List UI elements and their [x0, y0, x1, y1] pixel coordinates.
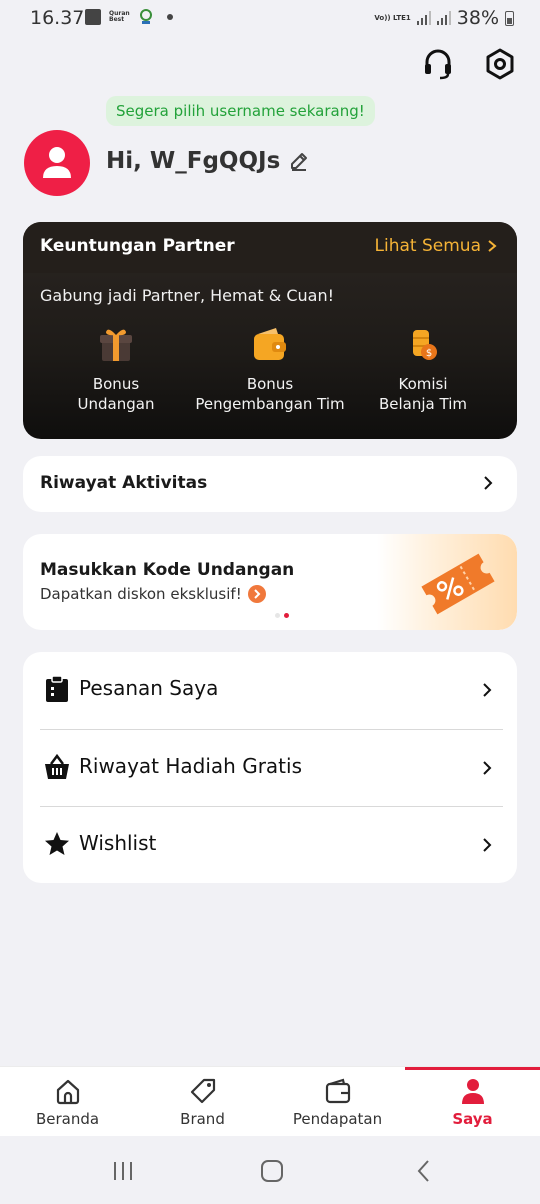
invite-code-banner[interactable]: Masukkan Kode Undangan Dapatkan diskon e… [23, 534, 517, 630]
benefit-team-development-bonus[interactable]: Bonus Pengembangan Tim [185, 324, 355, 414]
basket-icon [45, 753, 69, 779]
gallery-notification-icon [85, 9, 101, 25]
benefit-label-line2: Pengembangan Tim [195, 395, 345, 413]
volte-icon: Vo)) LTE1 [374, 14, 411, 22]
avatar[interactable] [24, 130, 90, 196]
menu-item-wishlist[interactable]: Wishlist [23, 807, 517, 884]
status-time: 16.37 [30, 7, 85, 29]
menu-item-label: Wishlist [79, 831, 157, 855]
settings-button[interactable] [480, 44, 520, 84]
home-button-icon[interactable] [259, 1158, 285, 1184]
chevron-right-icon [484, 476, 493, 490]
carousel-dot [275, 613, 280, 618]
nav-tab-earnings[interactable]: Pendapatan [270, 1067, 405, 1137]
nav-tab-me[interactable]: Saya [405, 1067, 540, 1137]
nav-tab-brand[interactable]: Brand [135, 1067, 270, 1137]
benefit-label-line2: Undangan [77, 395, 155, 413]
settings-hexagon-icon [486, 48, 514, 80]
person-icon [43, 147, 71, 178]
more-notifications-dot [167, 14, 173, 20]
person-icon [461, 1079, 484, 1104]
see-all-link[interactable]: Lihat Semua [375, 236, 497, 256]
benefit-label-line1: Bonus [92, 375, 140, 393]
see-all-label: Lihat Semua [374, 236, 481, 256]
invite-code-subtitle: Dapatkan diskon eksklusif! [40, 585, 266, 603]
home-icon [56, 1079, 79, 1105]
signal-1-icon [416, 11, 431, 25]
partner-card-subtitle: Gabung jadi Partner, Hemat & Cuan! [40, 286, 334, 305]
carousel-indicator [275, 613, 289, 618]
back-icon[interactable] [411, 1158, 437, 1184]
nav-label: Saya [452, 1110, 493, 1128]
profile-greeting: Hi, W_FgQQJs [106, 148, 310, 174]
chevron-right-icon [488, 240, 497, 252]
status-bar: 16.37 Quran Best Vo)) LTE1 38% [0, 0, 540, 38]
headset-icon [425, 49, 451, 80]
app-notification-icon [140, 9, 152, 24]
bottom-navigation: Beranda Brand Pendapatan Saya [0, 1066, 540, 1136]
customer-service-button[interactable] [418, 44, 458, 84]
discount-ticket-icon [421, 553, 495, 615]
wallet-icon [325, 1078, 350, 1104]
star-icon [45, 832, 69, 855]
system-status-icons: Vo)) LTE1 38% [374, 7, 514, 29]
notification-icons: Quran Best [85, 9, 173, 25]
activity-history-label: Riwayat Aktivitas [40, 473, 208, 493]
nav-label: Brand [180, 1110, 225, 1128]
signal-2-icon [436, 11, 451, 25]
benefit-label-line2: Belanja Tim [379, 395, 467, 413]
coin-stack-icon: $ [413, 330, 437, 360]
benefit-label-line1: Bonus [246, 375, 294, 393]
nav-tab-home[interactable]: Beranda [0, 1067, 135, 1137]
svg-text:$: $ [426, 348, 432, 359]
system-navigation-bar [0, 1136, 540, 1204]
greeting-text: Hi, W_FgQQJs [106, 148, 281, 174]
benefit-label-line1: Komisi [398, 375, 448, 393]
account-menu: Pesanan Saya Riwayat Hadiah Gratis Wishl… [23, 652, 517, 883]
edit-pencil-icon[interactable] [288, 150, 310, 172]
arrow-right-circle-icon[interactable] [247, 585, 266, 603]
nav-label: Pendapatan [292, 1110, 383, 1128]
activity-history-row[interactable]: Riwayat Aktivitas [23, 456, 517, 512]
battery-percent: 38% [456, 7, 499, 29]
menu-item-label: Pesanan Saya [79, 676, 219, 700]
gift-icon [100, 329, 132, 361]
chevron-right-icon [483, 838, 492, 852]
benefit-team-shopping-commission[interactable]: $ Komisi Belanja Tim [338, 324, 508, 414]
benefit-invite-bonus[interactable]: Bonus Undangan [31, 324, 201, 414]
invite-banner-art [377, 534, 517, 630]
invite-code-title: Masukkan Kode Undangan [40, 560, 295, 580]
menu-item-label: Riwayat Hadiah Gratis [79, 754, 302, 778]
partner-card-title: Keuntungan Partner [40, 236, 235, 256]
invite-code-subtitle-text: Dapatkan diskon eksklusif! [40, 585, 242, 603]
carousel-dot-active [284, 613, 289, 618]
partner-benefits-card: Keuntungan Partner Lihat Semua Gabung ja… [23, 222, 517, 439]
battery-icon [505, 10, 514, 26]
clipboard-icon [46, 675, 68, 702]
choose-username-tip-text: Segera pilih username sekarang! [116, 102, 365, 120]
choose-username-tip[interactable]: Segera pilih username sekarang! [106, 96, 375, 126]
quran-notification-icon: Quran Best [109, 10, 130, 23]
wallet-icon [254, 328, 286, 360]
tag-icon [190, 1078, 215, 1104]
recent-apps-icon[interactable] [110, 1158, 136, 1184]
menu-item-my-orders[interactable]: Pesanan Saya [23, 652, 517, 729]
nav-label: Beranda [35, 1110, 100, 1128]
chevron-right-icon [483, 683, 492, 697]
menu-item-free-gift-history[interactable]: Riwayat Hadiah Gratis [23, 730, 517, 807]
chevron-right-icon [483, 761, 492, 775]
